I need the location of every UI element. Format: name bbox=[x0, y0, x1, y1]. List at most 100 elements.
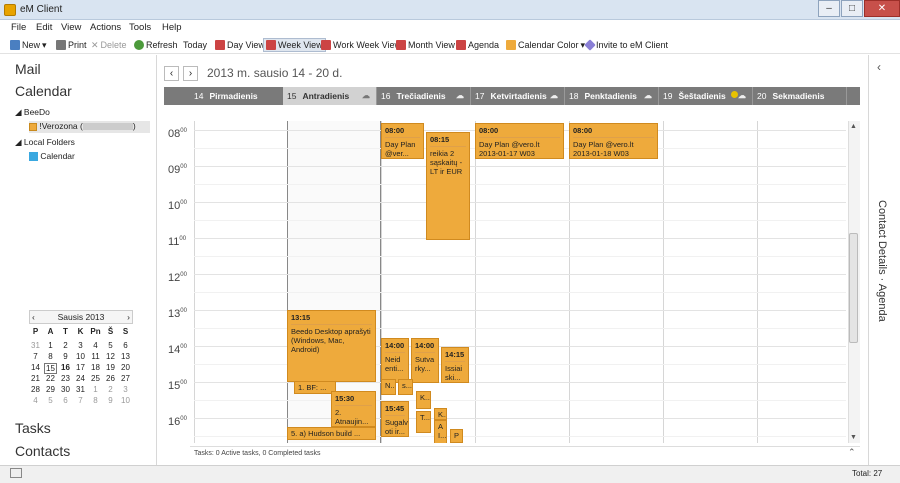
event-neid[interactable]: 14:00 Neid enti... bbox=[381, 338, 409, 383]
mini-day[interactable]: 6 bbox=[119, 341, 132, 350]
account-node[interactable]: ◢ BeeDo bbox=[15, 107, 50, 118]
day-column[interactable] bbox=[663, 121, 756, 443]
mini-prev-button[interactable]: ‹ bbox=[32, 311, 35, 323]
event-s[interactable]: s... bbox=[398, 379, 413, 395]
menu-edit[interactable]: Edit bbox=[36, 22, 52, 33]
scroll-down-icon[interactable]: ▼ bbox=[850, 434, 857, 441]
mini-day[interactable]: 9 bbox=[59, 352, 72, 361]
print-button[interactable]: Print bbox=[56, 38, 87, 52]
mini-day[interactable]: 5 bbox=[44, 396, 57, 405]
mini-day[interactable]: 10 bbox=[119, 396, 132, 405]
mini-day[interactable]: 3 bbox=[119, 385, 132, 394]
mini-day[interactable]: 28 bbox=[29, 385, 42, 394]
day-column[interactable] bbox=[757, 121, 846, 443]
scroll-up-icon[interactable]: ▲ bbox=[850, 123, 857, 130]
day-view-button[interactable]: Day View bbox=[215, 38, 265, 52]
calendar-color-button[interactable]: Calendar Color ▾ bbox=[506, 38, 585, 52]
event-n[interactable]: N... bbox=[381, 379, 396, 395]
event-pr[interactable]: P R... bbox=[450, 429, 463, 443]
scrollbar-thumb[interactable] bbox=[849, 233, 858, 343]
next-week-button[interactable]: › bbox=[183, 66, 198, 81]
work-week-view-button[interactable]: Work Week View bbox=[321, 38, 401, 52]
mini-day[interactable]: 1 bbox=[89, 385, 102, 394]
day-header-14[interactable]: 14 Pirmadienis bbox=[190, 87, 284, 105]
refresh-button[interactable]: Refresh bbox=[134, 38, 178, 52]
new-button[interactable]: New ▾ bbox=[10, 38, 47, 52]
mini-day[interactable]: 8 bbox=[89, 396, 102, 405]
week-grid[interactable]: 0800 0900 1000 1100 1200 1300 1400 1500 1600 08:0… bbox=[164, 121, 846, 443]
close-button[interactable]: ✕ bbox=[864, 0, 900, 17]
event-day-plan-18[interactable]: 08:00 Day Plan @vero.lt 2013-01-18 W03 bbox=[569, 123, 658, 159]
nav-tasks[interactable]: Tasks bbox=[15, 420, 51, 436]
mini-day[interactable]: 5 bbox=[104, 341, 117, 350]
prev-week-button[interactable]: ‹ bbox=[164, 66, 179, 81]
mini-day[interactable]: 14 bbox=[29, 363, 42, 372]
mini-day[interactable]: 12 bbox=[104, 352, 117, 361]
mini-next-button[interactable]: › bbox=[127, 311, 130, 323]
menu-help[interactable]: Help bbox=[162, 22, 182, 33]
mini-day[interactable]: 10 bbox=[74, 352, 87, 361]
mini-day[interactable]: 15 bbox=[44, 363, 57, 374]
event-hudson-build[interactable]: 5. a) Hudson build ... bbox=[287, 427, 376, 440]
mini-day[interactable]: 21 bbox=[29, 374, 42, 383]
status-icon[interactable] bbox=[10, 468, 22, 478]
day-column[interactable] bbox=[475, 121, 568, 443]
day-header-15[interactable]: 15 Antradienis ☁ bbox=[283, 87, 377, 105]
event-issiaiski[interactable]: 14:15 Issiai ski... bbox=[441, 347, 469, 383]
agenda-button[interactable]: Agenda bbox=[456, 38, 499, 52]
maximize-button[interactable]: □ bbox=[841, 0, 863, 17]
mini-day[interactable]: 13 bbox=[119, 352, 132, 361]
event-t[interactable]: T... bbox=[416, 411, 431, 433]
mini-day[interactable]: 4 bbox=[29, 396, 42, 405]
day-header-17[interactable]: 17 Ketvirtadienis ☁ bbox=[471, 87, 565, 105]
mini-day[interactable]: 24 bbox=[74, 374, 87, 383]
event-day-plan-17[interactable]: 08:00 Day Plan @vero.lt 2013-01-17 W03 bbox=[475, 123, 564, 159]
mini-day[interactable]: 30 bbox=[59, 385, 72, 394]
contact-details-agenda-tab[interactable]: Contact Details · Agenda bbox=[876, 200, 888, 322]
delete-button[interactable]: ✕ Delete bbox=[91, 38, 127, 52]
event-ai[interactable]: A I... bbox=[434, 420, 447, 443]
checkbox-icon[interactable] bbox=[29, 122, 37, 131]
mini-day[interactable]: 31 bbox=[29, 341, 42, 350]
mini-day[interactable]: 17 bbox=[74, 363, 87, 372]
mini-day[interactable]: 31 bbox=[74, 385, 87, 394]
invite-button[interactable]: Invite to eM Client bbox=[584, 38, 668, 52]
local-folders-node[interactable]: ◢ Local Folders bbox=[15, 137, 75, 148]
mini-day[interactable]: 26 bbox=[104, 374, 117, 383]
mini-day[interactable]: 18 bbox=[89, 363, 102, 372]
event-atnaujin[interactable]: 15:30 2. Atnaujin... bbox=[331, 391, 376, 427]
nav-calendar[interactable]: Calendar bbox=[15, 83, 72, 99]
mini-day[interactable]: 2 bbox=[104, 385, 117, 394]
mini-day[interactable]: 16 bbox=[59, 363, 72, 372]
day-column[interactable] bbox=[194, 121, 287, 443]
mini-day[interactable]: 7 bbox=[29, 352, 42, 361]
mini-day[interactable]: 20 bbox=[119, 363, 132, 372]
mini-day[interactable]: 1 bbox=[44, 341, 57, 350]
event-day-plan-16[interactable]: 08:00 Day Plan @ver... bbox=[381, 123, 424, 159]
mini-day[interactable]: 25 bbox=[89, 374, 102, 383]
minimize-button[interactable]: – bbox=[818, 0, 840, 17]
event-k1[interactable]: K... bbox=[416, 391, 431, 409]
mini-day[interactable]: 6 bbox=[59, 396, 72, 405]
nav-contacts[interactable]: Contacts bbox=[15, 443, 70, 459]
menu-file[interactable]: File bbox=[11, 22, 26, 33]
event-bf[interactable]: 1. BF: ... bbox=[294, 381, 336, 394]
event-sutvarky[interactable]: 14:00 Sutva rky... bbox=[411, 338, 439, 383]
mini-day[interactable]: 29 bbox=[44, 385, 57, 394]
event-k2[interactable]: K... bbox=[434, 408, 447, 420]
mini-day[interactable]: 8 bbox=[44, 352, 57, 361]
day-header-18[interactable]: 18 Penktadienis ☁ bbox=[565, 87, 659, 105]
mini-day[interactable]: 23 bbox=[59, 374, 72, 383]
today-button[interactable]: Today bbox=[183, 38, 207, 52]
mini-day[interactable]: 27 bbox=[119, 374, 132, 383]
month-view-button[interactable]: Month View bbox=[396, 38, 455, 52]
event-sugalvoti[interactable]: 15:45 Sugalv oti ir... bbox=[381, 401, 409, 437]
mini-day[interactable]: 22 bbox=[44, 374, 57, 383]
menu-tools[interactable]: Tools bbox=[129, 22, 151, 33]
day-header-20[interactable]: 20 Sekmadienis bbox=[753, 87, 847, 105]
expand-panel-icon[interactable]: ‹ bbox=[877, 60, 881, 74]
mini-day[interactable]: 19 bbox=[104, 363, 117, 372]
event-beedo-desktop[interactable]: 13:15 Beedo Desktop aprašyti (Windows, Ma… bbox=[287, 310, 376, 382]
day-header-19[interactable]: 19 Šeštadienis ☁ bbox=[659, 87, 753, 105]
mini-day[interactable]: 2 bbox=[59, 341, 72, 350]
